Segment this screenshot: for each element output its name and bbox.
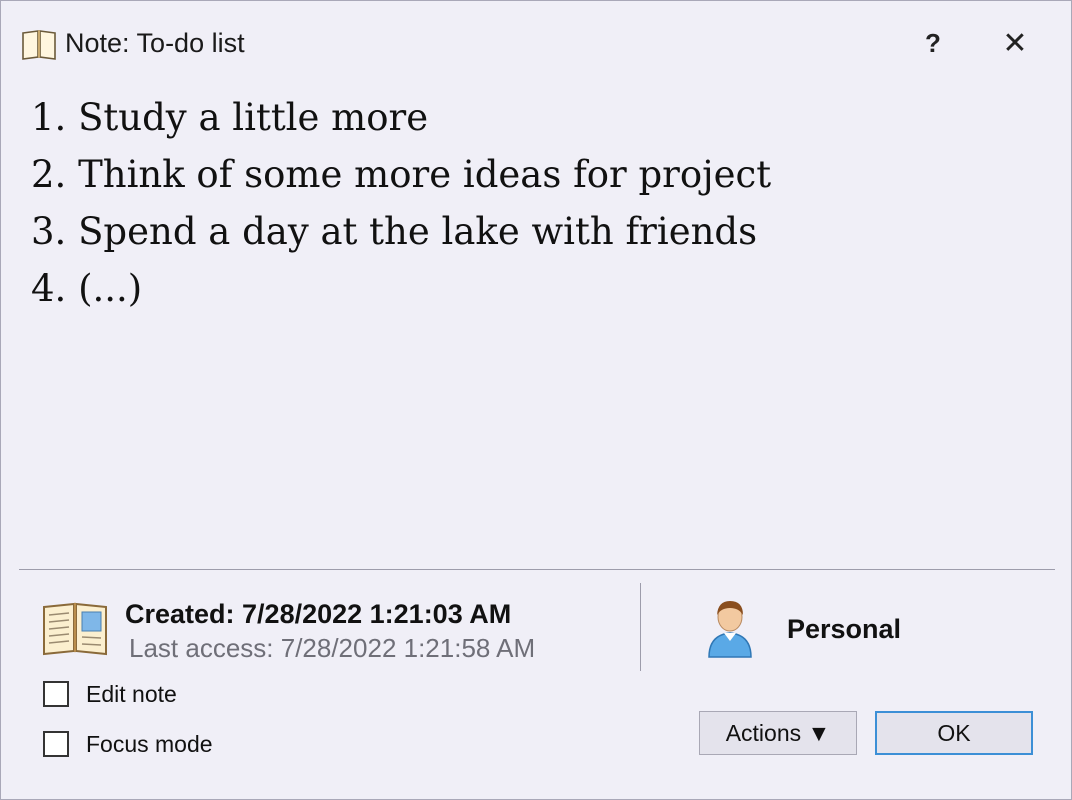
window-title: Note: To-do list: [65, 28, 245, 58]
note-dialog: Note: To-do list ? ✕ 1. Study a little m…: [0, 0, 1072, 800]
book-icon: [43, 602, 107, 656]
close-button[interactable]: ✕: [993, 23, 1037, 63]
user-icon: [708, 601, 752, 658]
note-line: 1. Study a little more: [31, 96, 429, 139]
book-icon: [22, 30, 56, 60]
ok-button[interactable]: OK: [875, 711, 1033, 755]
edit-note-checkbox[interactable]: [43, 681, 69, 707]
note-line: 3. Spend a day at the lake with friends: [31, 210, 758, 253]
last-access-timestamp: Last access: 7/28/2022 1:21:58 AM: [129, 633, 536, 663]
vertical-divider: [640, 583, 641, 671]
category-label: Personal: [787, 614, 902, 644]
focus-mode-checkbox[interactable]: [43, 731, 69, 757]
actions-button[interactable]: Actions ▼: [699, 711, 857, 755]
help-button[interactable]: ?: [911, 23, 955, 63]
title-bar[interactable]: Note: To-do list ? ✕: [1, 1, 1071, 81]
created-timestamp: Created: 7/28/2022 1:21:03 AM: [125, 599, 512, 629]
edit-note-option[interactable]: Edit note: [43, 678, 177, 710]
note-line: 4. (...): [31, 267, 143, 310]
horizontal-divider: [19, 569, 1055, 570]
edit-note-label[interactable]: Edit note: [86, 681, 177, 708]
focus-mode-label[interactable]: Focus mode: [86, 731, 213, 758]
note-line: 2. Think of some more ideas for project: [31, 153, 772, 196]
focus-mode-option[interactable]: Focus mode: [43, 728, 213, 760]
note-content[interactable]: 1. Study a little more 2. Think of some …: [31, 89, 1041, 549]
